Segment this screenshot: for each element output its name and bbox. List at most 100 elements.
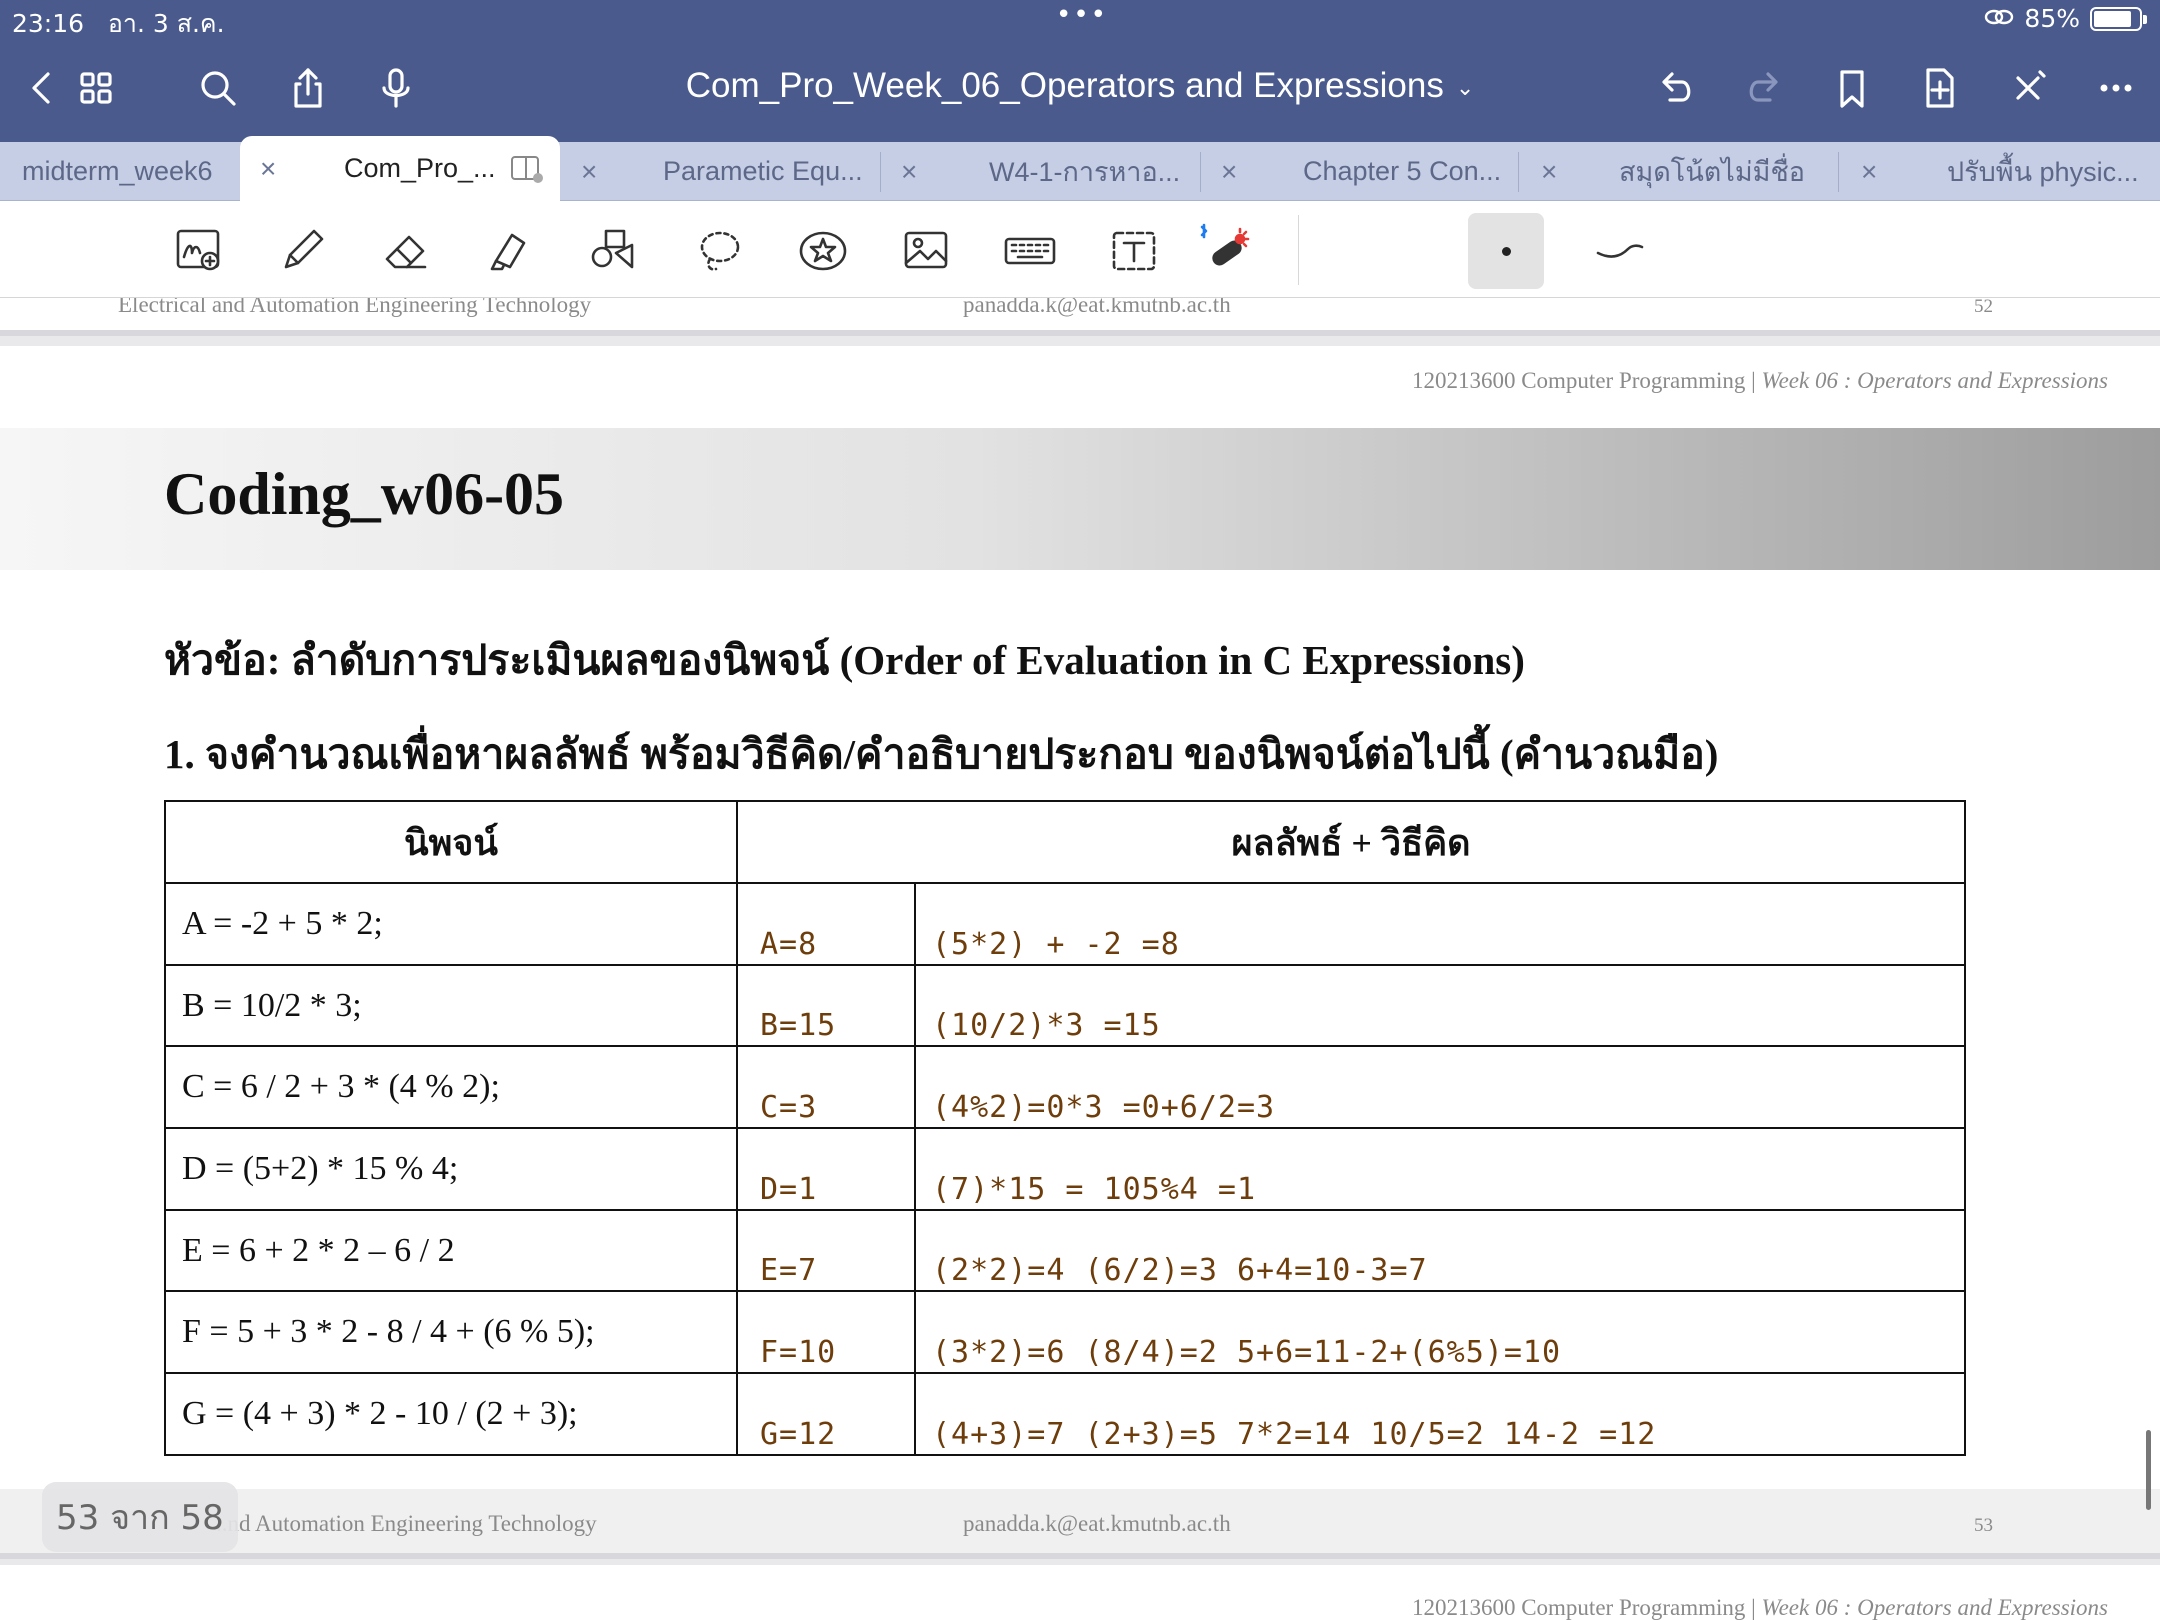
pen-size-dot <box>1501 246 1511 256</box>
answer-cell: B=15 <box>736 963 916 1048</box>
tab-midterm[interactable]: midterm_week6 <box>22 142 232 201</box>
close-icon[interactable]: × <box>1541 156 1557 188</box>
answer-cell: E=7 <box>736 1208 916 1293</box>
shapes-icon[interactable] <box>584 221 644 281</box>
image-icon[interactable] <box>896 221 956 281</box>
work-cell: (4%2)=0*3 =0+6/2=3 <box>914 1045 1966 1130</box>
split-view-icon[interactable] <box>510 154 544 191</box>
course-header: 120213600 Computer Programming | Week 06… <box>1412 368 2108 394</box>
table-row: G = (4 + 3) * 2 - 10 / (2 + 3); G=12 (4+… <box>164 1372 1966 1456</box>
footer-department: ..nd Automation Engineering Technology <box>216 1511 597 1536</box>
handwritten-answer: B=15 <box>760 1008 837 1044</box>
lasso-icon[interactable] <box>688 221 748 281</box>
tab-divider <box>1200 152 1201 192</box>
footer-email: panadda.k@eat.kmutnb.ac.th <box>963 298 1231 317</box>
table-row: C = 6 / 2 + 3 * (4 % 2); C=3 (4%2)=0*3 =… <box>164 1045 1966 1130</box>
redo-icon[interactable] <box>1736 60 1792 116</box>
expressions-table: นิพจน์ ผลลัพธ์ + วิธีคิด A = -2 + 5 * 2;… <box>164 800 1966 1456</box>
close-icon[interactable]: × <box>260 153 276 185</box>
keyboard-icon[interactable] <box>1000 221 1060 281</box>
close-icon[interactable]: × <box>1221 156 1237 188</box>
eraser-icon[interactable] <box>375 221 435 281</box>
chevron-down-icon: ⌄ <box>1455 74 1475 100</box>
multitasking-dots[interactable]: ••• <box>1056 0 1108 30</box>
page-footer: ..nd Automation Engineering Technology p… <box>0 1489 2160 1559</box>
handwriting-zoom-icon[interactable] <box>170 221 230 281</box>
table-row: E = 6 + 2 * 2 – 6 / 2 E=7 (2*2)=4 (6/2)=… <box>164 1208 1966 1293</box>
tab-label: midterm_week6 <box>22 156 213 186</box>
tab-compro-active[interactable]: × Com_Pro_... <box>240 136 560 201</box>
laser-pointer-icon[interactable] <box>1196 221 1256 281</box>
handwritten-work: (4+3)=7 (2+3)=5 7*2=14 10/5=2 14-2 =12 <box>932 1416 1657 1452</box>
pdf-page[interactable]: 120213600 Computer Programming | Week 06… <box>0 346 2160 1489</box>
table-header-row: นิพจน์ ผลลัพธ์ + วิธีคิด <box>164 800 1966 884</box>
undo-icon[interactable] <box>1648 60 1704 116</box>
scrollbar-thumb[interactable] <box>2146 1430 2151 1510</box>
header-expression: นิพจน์ <box>164 800 738 884</box>
handwritten-work: (10/2)*3 =15 <box>932 1008 1161 1044</box>
pen-size-selector[interactable] <box>1468 213 1544 289</box>
answer-cell: C=3 <box>736 1045 916 1130</box>
course-code: 120213600 Computer Programming | <box>1411 1595 1762 1620</box>
expression-cell: B = 10/2 * 3; <box>164 963 738 1048</box>
footer-page-number: 52 <box>1974 298 1993 317</box>
work-cell: (3*2)=6 (8/4)=2 5+6=11-2+(6%5)=10 <box>914 1290 1966 1375</box>
work-cell: (5*2) + -2 =8 <box>914 882 1966 966</box>
work-cell: (10/2)*3 =15 <box>914 963 1966 1048</box>
add-page-icon[interactable] <box>1912 60 1968 116</box>
question-text: 1. จงคำนวณเพื่อหาผลลัพธ์ พร้อมวิธีคิด/คำ… <box>164 731 1719 777</box>
handwritten-answer: C=3 <box>760 1090 818 1126</box>
sticker-icon[interactable] <box>793 221 853 281</box>
next-page[interactable]: 120213600 Computer Programming | Week 06… <box>0 1565 2160 1620</box>
expression-cell: A = -2 + 5 * 2; <box>164 882 738 966</box>
table-row: B = 10/2 * 3; B=15 (10/2)*3 =15 <box>164 963 1966 1048</box>
text-box-icon[interactable] <box>1104 221 1164 281</box>
expression-cell: E = 6 + 2 * 2 – 6 / 2 <box>164 1208 738 1293</box>
handwritten-work: (7)*15 = 105%4 =1 <box>932 1171 1257 1207</box>
course-week: Week 06 : Operators and Expressions <box>1761 1595 2108 1620</box>
table-row: D = (5+2) * 15 % 4; D=1 (7)*15 = 105%4 =… <box>164 1127 1966 1211</box>
tab-bar: midterm_week6 × Com_Pro_... × Parametic E… <box>0 136 2160 201</box>
handwritten-answer: E=7 <box>760 1253 818 1289</box>
footer-email: panadda.k@eat.kmutnb.ac.th <box>963 1511 1231 1536</box>
page-indicator: 53 จาก 58 <box>42 1482 238 1552</box>
close-icon[interactable]: × <box>581 156 597 188</box>
highlighter-icon[interactable] <box>480 221 540 281</box>
document-area[interactable]: Electrical and Automation Engineering Te… <box>0 298 2160 1620</box>
work-cell: (7)*15 = 105%4 =1 <box>914 1127 1966 1211</box>
topic-heading: หัวข้อ: ลำดับการประเมินผลของนิพจน์ (Orde… <box>164 637 1525 683</box>
bookmark-icon[interactable] <box>1824 60 1880 116</box>
course-code: 120213600 Computer Programming | <box>1411 368 1762 393</box>
tab-label: Com_Pro_... <box>344 153 496 183</box>
pen-icon[interactable] <box>272 221 332 281</box>
more-icon[interactable] <box>2088 60 2144 116</box>
status-time: 23:16 อา. 3 ส.ค. <box>12 4 225 44</box>
course-week: Week 06 : Operators and Expressions <box>1761 368 2108 393</box>
expression-cell: G = (4 + 3) * 2 - 10 / (2 + 3); <box>164 1372 738 1456</box>
footer-page-number: 53 <box>1974 1515 1993 1536</box>
answer-cell: D=1 <box>736 1127 916 1211</box>
handwritten-work: (5*2) + -2 =8 <box>932 926 1180 962</box>
close-icon[interactable]: × <box>901 156 917 188</box>
expression-cell: C = 6 / 2 + 3 * (4 % 2); <box>164 1045 738 1130</box>
tab-label: Parametic Equ... <box>663 156 863 186</box>
tab-label: ปรับพื้น physic... <box>1947 157 2139 187</box>
stroke-style-icon[interactable] <box>1590 221 1650 281</box>
date-text: อา. 3 ส.ค. <box>107 9 225 38</box>
work-cell: (2*2)=4 (6/2)=3 6+4=10-3=7 <box>914 1208 1966 1293</box>
link-icon <box>1984 4 2014 33</box>
tab-divider <box>1518 152 1519 192</box>
close-icon[interactable]: × <box>1861 156 1877 188</box>
tab-label: Chapter 5 Con... <box>1303 156 1502 186</box>
answer-cell: A=8 <box>736 882 916 966</box>
status-right: 85% <box>1984 4 2147 33</box>
handwritten-answer: D=1 <box>760 1171 818 1207</box>
annotation-toolbar <box>0 201 2160 298</box>
tab-divider <box>1838 152 1839 192</box>
expression-cell: F = 5 + 3 * 2 - 8 / 4 + (6 % 5); <box>164 1290 738 1375</box>
close-tools-icon[interactable] <box>2000 60 2056 116</box>
handwritten-answer: A=8 <box>760 926 818 962</box>
slide-title: Coding_w06-05 <box>164 461 565 527</box>
table-row: A = -2 + 5 * 2; A=8 (5*2) + -2 =8 <box>164 882 1966 966</box>
table-row: F = 5 + 3 * 2 - 8 / 4 + (6 % 5); F=10 (3… <box>164 1290 1966 1375</box>
